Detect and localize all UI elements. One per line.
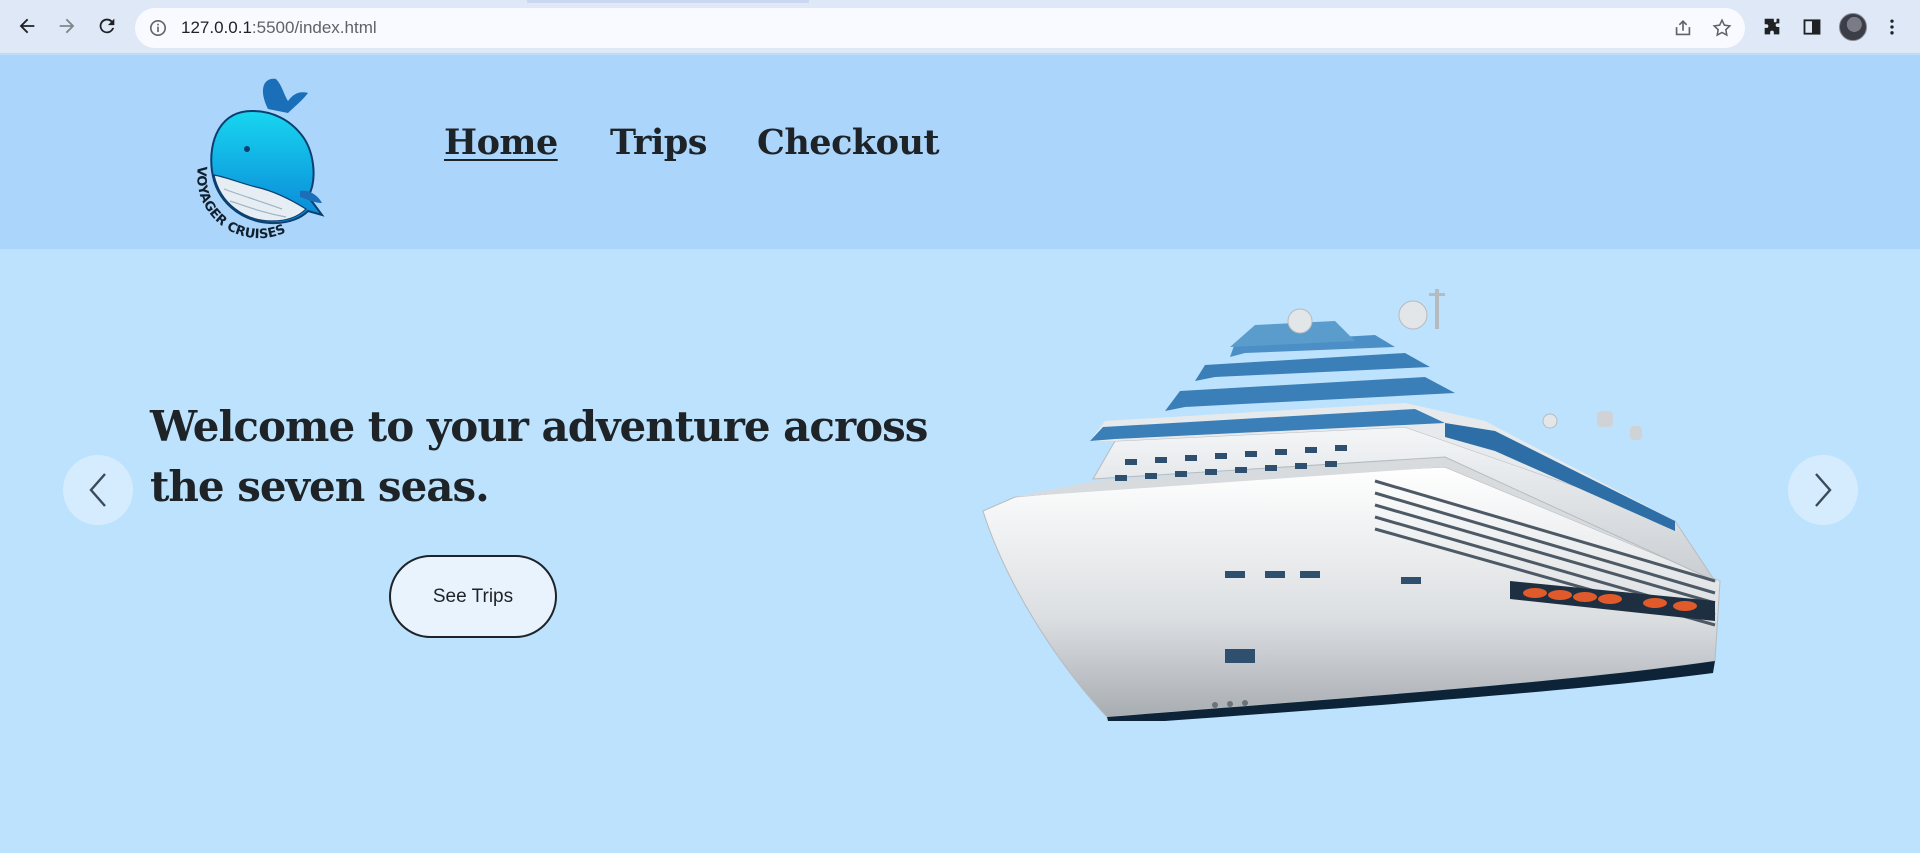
menu-kebab-icon[interactable]	[1879, 14, 1905, 40]
site-info-icon[interactable]	[149, 19, 167, 37]
extensions-icon[interactable]	[1759, 14, 1785, 40]
nav-home-link[interactable]: Home	[444, 122, 558, 163]
share-icon[interactable]	[1672, 17, 1694, 39]
chevron-left-icon	[89, 473, 106, 507]
address-bar[interactable]: 127.0.0.1:5500/index.html	[135, 8, 1745, 48]
hero-title: Welcome to your adventure across the sev…	[150, 402, 928, 511]
cruise-ship-image	[982, 289, 1721, 721]
carousel-next-button[interactable]	[1788, 455, 1858, 525]
forward-button[interactable]	[51, 10, 83, 42]
back-arrow-icon	[19, 18, 35, 34]
carousel-prev-button[interactable]	[63, 455, 133, 525]
browser-toolbar: 127.0.0.1:5500/index.html	[0, 0, 1920, 54]
bookmark-star-icon[interactable]	[1711, 17, 1733, 39]
site-header: VOYAGER CRUISES Home Trips Checkout	[0, 55, 1920, 249]
reload-button[interactable]	[91, 10, 123, 42]
nav-trips-link[interactable]: Trips	[610, 122, 707, 163]
url-host: 127.0.0.1	[181, 18, 252, 37]
reload-icon	[99, 18, 115, 34]
back-button[interactable]	[11, 10, 43, 42]
see-trips-button[interactable]: See Trips	[389, 555, 557, 638]
forward-arrow-icon	[59, 18, 75, 34]
tab-strip-edge	[527, 0, 809, 3]
chevron-right-icon	[1815, 473, 1832, 507]
hero-carousel: Welcome to your adventure across the sev…	[0, 249, 1920, 853]
url-text: 127.0.0.1:5500/index.html	[181, 18, 377, 38]
side-panel-icon[interactable]	[1799, 14, 1825, 40]
voyager-cruises-logo[interactable]: VOYAGER CRUISES	[190, 71, 340, 246]
url-path: :5500/index.html	[251, 18, 377, 37]
nav-checkout-link[interactable]: Checkout	[757, 122, 940, 163]
profile-avatar[interactable]	[1839, 13, 1867, 41]
